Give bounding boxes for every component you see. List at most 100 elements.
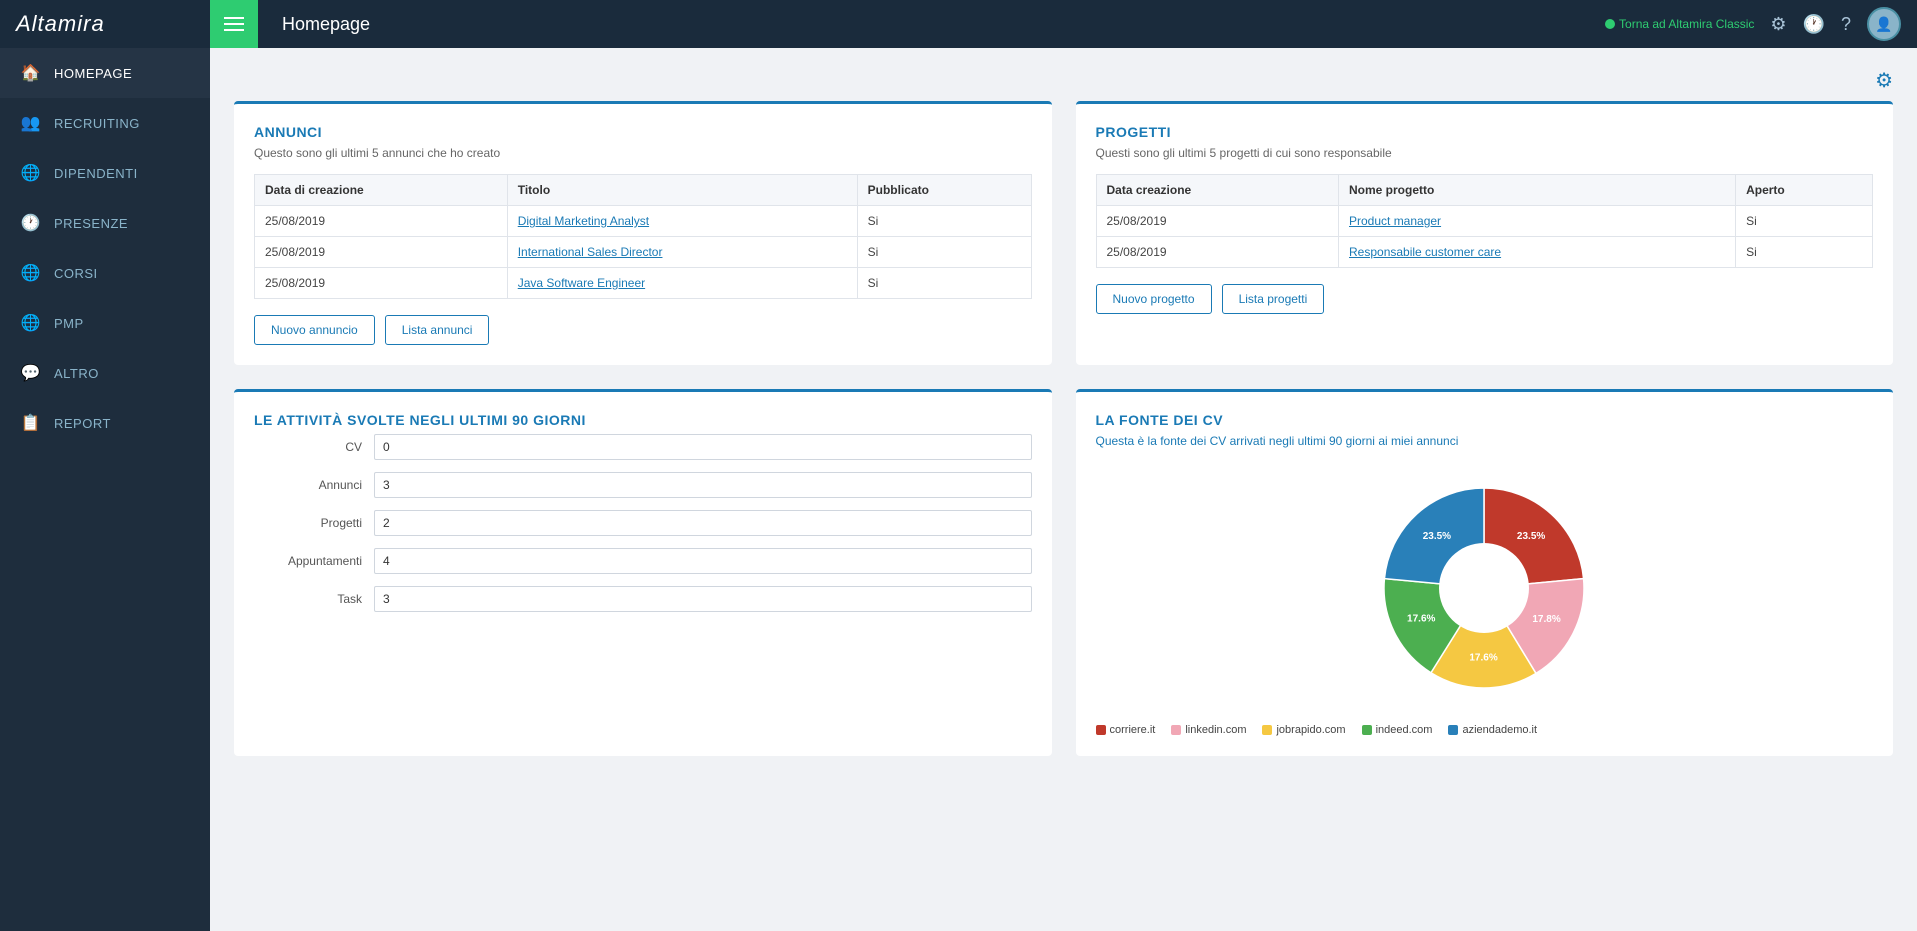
progetti-cell-name: Responsabile customer care — [1339, 237, 1736, 268]
list-progetti-button[interactable]: Lista progetti — [1222, 284, 1325, 314]
annunci-cell-published: Si — [857, 268, 1031, 299]
legend-label: indeed.com — [1376, 724, 1433, 736]
annunci-link[interactable]: Digital Marketing Analyst — [518, 214, 649, 228]
cv-subtitle-link[interactable]: ai miei annunci — [1378, 434, 1458, 448]
activity-value: 3 — [374, 472, 1032, 498]
pie-label: 23.5% — [1517, 531, 1545, 542]
settings-top-row: ⚙ — [234, 68, 1893, 93]
top-row: ANNUNCI Questo sono gli ultimi 5 annunci… — [234, 101, 1893, 365]
sidebar-label-presenze: PRESENZE — [54, 216, 128, 231]
progetti-cell-date: 25/08/2019 — [1096, 237, 1339, 268]
hamburger-button[interactable] — [210, 0, 258, 48]
activity-label: Progetti — [254, 516, 374, 530]
activity-label: Appuntamenti — [254, 554, 374, 568]
new-progetto-button[interactable]: Nuovo progetto — [1096, 284, 1212, 314]
annunci-cell-title: Digital Marketing Analyst — [507, 206, 857, 237]
pie-chart-svg: 23.5%17.8%17.6%17.6%23.5% — [1364, 468, 1604, 708]
activity-value: 3 — [374, 586, 1032, 612]
content-settings-icon[interactable]: ⚙ — [1875, 68, 1893, 93]
progetti-cell-name: Product manager — [1339, 206, 1736, 237]
pie-label: 17.6% — [1407, 614, 1435, 625]
avatar-initials: 👤 — [1875, 16, 1892, 33]
legend-label: linkedin.com — [1185, 724, 1246, 736]
top-navigation: Altamira Homepage Torna ad Altamira Clas… — [0, 0, 1917, 48]
sidebar-item-dipendenti[interactable]: 🌐 DIPENDENTI — [0, 148, 210, 198]
recruiting-icon: 👥 — [20, 112, 42, 134]
page-title: Homepage — [258, 14, 1605, 35]
list-annunci-button[interactable]: Lista annunci — [385, 315, 490, 345]
table-row: 25/08/2019 Java Software Engineer Si — [255, 268, 1032, 299]
topnav-actions: Torna ad Altamira Classic ⚙ 🕐 ? 👤 — [1605, 7, 1917, 41]
sidebar-label-recruiting: RECRUITING — [54, 116, 140, 131]
annunci-cell-date: 25/08/2019 — [255, 206, 508, 237]
corsi-icon: 🌐 — [20, 262, 42, 284]
sidebar-item-homepage[interactable]: 🏠 HOMEPAGE — [0, 48, 210, 98]
legend-item: indeed.com — [1362, 724, 1433, 736]
progetti-cell-open: Si — [1736, 206, 1873, 237]
clock-icon[interactable]: 🕐 — [1803, 14, 1825, 35]
activity-label: Annunci — [254, 478, 374, 492]
new-annuncio-button[interactable]: Nuovo annuncio — [254, 315, 375, 345]
annunci-cell-published: Si — [857, 206, 1031, 237]
progetti-table: Data creazione Nome progetto Aperto 25/0… — [1096, 174, 1874, 268]
pie-container: 23.5%17.8%17.6%17.6%23.5% — [1096, 468, 1874, 708]
sidebar-label-report: REPORT — [54, 416, 111, 431]
progetti-col-open: Aperto — [1736, 175, 1873, 206]
classic-link[interactable]: Torna ad Altamira Classic — [1605, 17, 1754, 31]
sidebar-item-presenze[interactable]: 🕐 PRESENZE — [0, 198, 210, 248]
activities-title: LE ATTIVITÀ SVOLTE NEGLI ULTIMI 90 GIORN… — [254, 412, 1032, 428]
sidebar-item-recruiting[interactable]: 👥 RECRUITING — [0, 98, 210, 148]
activity-value: 0 — [374, 434, 1032, 460]
progetti-cell-open: Si — [1736, 237, 1873, 268]
legend-dot — [1362, 725, 1372, 735]
dipendenti-icon: 🌐 — [20, 162, 42, 184]
cv-subtitle: Questa è la fonte dei CV arrivati negli … — [1096, 434, 1874, 448]
table-row: 25/08/2019 Digital Marketing Analyst Si — [255, 206, 1032, 237]
sidebar-label-altro: ALTRO — [54, 366, 99, 381]
pie-legend: corriere.it linkedin.com jobrapido.com i… — [1096, 724, 1874, 736]
sidebar-item-altro[interactable]: 💬 ALTRO — [0, 348, 210, 398]
annunci-cell-title: International Sales Director — [507, 237, 857, 268]
cv-panel: LA FONTE DEI CV Questa è la fonte dei CV… — [1076, 389, 1894, 756]
table-row: 25/08/2019 International Sales Director … — [255, 237, 1032, 268]
cv-title: LA FONTE DEI CV — [1096, 412, 1874, 428]
activity-label: Task — [254, 592, 374, 606]
progetti-link[interactable]: Product manager — [1349, 214, 1441, 228]
activity-row: Appuntamenti 4 — [254, 548, 1032, 574]
annunci-panel: ANNUNCI Questo sono gli ultimi 5 annunci… — [234, 101, 1052, 365]
legend-label: corriere.it — [1110, 724, 1156, 736]
annunci-cell-date: 25/08/2019 — [255, 268, 508, 299]
avatar[interactable]: 👤 — [1867, 7, 1901, 41]
activity-row: CV 0 — [254, 434, 1032, 460]
table-row: 25/08/2019 Product manager Si — [1096, 206, 1873, 237]
logo-area: Altamira — [0, 11, 210, 37]
sidebar-item-corsi[interactable]: 🌐 CORSI — [0, 248, 210, 298]
annunci-link[interactable]: Java Software Engineer — [518, 276, 645, 290]
progetti-cell-date: 25/08/2019 — [1096, 206, 1339, 237]
annunci-title: ANNUNCI — [254, 124, 1032, 140]
progetti-title: PROGETTI — [1096, 124, 1874, 140]
annunci-link[interactable]: International Sales Director — [518, 245, 663, 259]
home-icon: 🏠 — [20, 62, 42, 84]
sidebar-item-report[interactable]: 📋 REPORT — [0, 398, 210, 448]
legend-dot — [1262, 725, 1272, 735]
sidebar: 🏠 HOMEPAGE 👥 RECRUITING 🌐 DIPENDENTI 🕐 P… — [0, 48, 210, 931]
legend-dot — [1171, 725, 1181, 735]
annunci-col-date: Data di creazione — [255, 175, 508, 206]
altro-icon: 💬 — [20, 362, 42, 384]
pie-label: 23.5% — [1423, 531, 1451, 542]
annunci-col-published: Pubblicato — [857, 175, 1031, 206]
legend-item: linkedin.com — [1171, 724, 1246, 736]
settings-icon[interactable]: ⚙ — [1770, 14, 1786, 35]
sidebar-label-dipendenti: DIPENDENTI — [54, 166, 138, 181]
classic-dot-icon — [1605, 19, 1615, 29]
annunci-cell-published: Si — [857, 237, 1031, 268]
pie-inner-circle — [1439, 543, 1529, 633]
annunci-subtitle: Questo sono gli ultimi 5 annunci che ho … — [254, 146, 1032, 160]
progetti-link[interactable]: Responsabile customer care — [1349, 245, 1501, 259]
activity-row: Task 3 — [254, 586, 1032, 612]
help-icon[interactable]: ? — [1841, 14, 1851, 35]
sidebar-item-pmp[interactable]: 🌐 PMP — [0, 298, 210, 348]
activities-panel: LE ATTIVITÀ SVOLTE NEGLI ULTIMI 90 GIORN… — [234, 389, 1052, 756]
pmp-icon: 🌐 — [20, 312, 42, 334]
